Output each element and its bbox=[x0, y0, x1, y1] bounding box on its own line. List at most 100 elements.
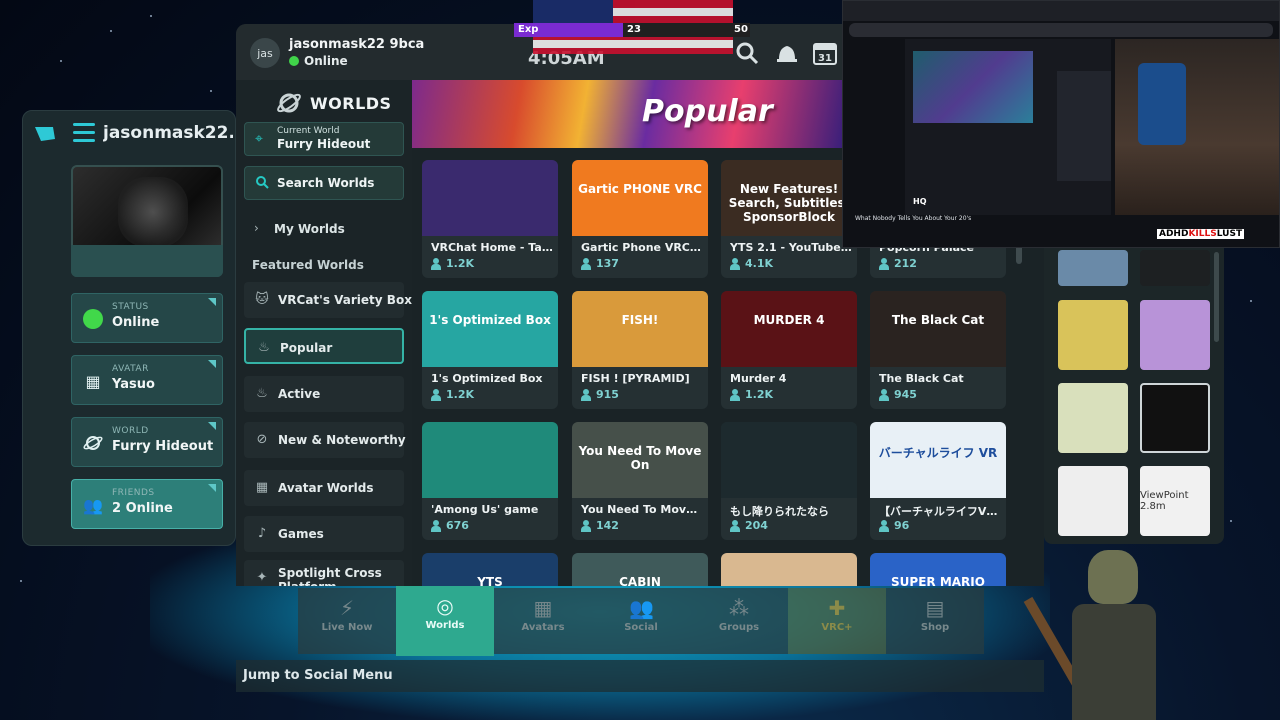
dock-item-label: Social bbox=[624, 622, 658, 633]
world-card[interactable]: もし降りられたなら 204 bbox=[721, 422, 857, 540]
avatar-card[interactable]: ▦ AVATAR Yasuo bbox=[71, 355, 223, 405]
sidenav-item-active[interactable]: ♨ Active bbox=[244, 376, 404, 412]
scrollbar[interactable] bbox=[1214, 252, 1219, 342]
world-name: Gartic Phone VRC Beta bbox=[581, 241, 703, 254]
stream-title: What Nobody Tells You About Your 20's bbox=[855, 215, 972, 222]
dock-item-shop[interactable]: ▤ Shop bbox=[886, 588, 984, 654]
player-count-value: 676 bbox=[446, 519, 469, 532]
header-status-text: Online bbox=[304, 54, 348, 68]
dock-item-groups[interactable]: ⁂ Groups bbox=[690, 588, 788, 654]
friends-card[interactable]: 👥 FRIENDS 2 Online bbox=[71, 479, 223, 529]
dock-item-social[interactable]: 👥 Social bbox=[592, 588, 690, 654]
dock-item-label: VRC+ bbox=[821, 622, 853, 633]
exp-label: Exp bbox=[518, 24, 539, 35]
dock-item-worlds[interactable]: ◎ Worlds bbox=[396, 586, 494, 656]
world-card[interactable]: The Black Cat The Black Cat 945 bbox=[870, 291, 1006, 409]
world-card[interactable]: CABIN bbox=[572, 553, 708, 586]
world-card[interactable]: Gartic PHONE VRC Gartic Phone VRC Beta 137 bbox=[572, 160, 708, 278]
dock-item-live-now[interactable]: ⚡ Live Now bbox=[298, 588, 396, 654]
merch-mid: KILLS bbox=[1188, 229, 1217, 239]
world-card[interactable]: FISH! FISH ! [PYRAMID] 915 bbox=[572, 291, 708, 409]
avatar-tile[interactable] bbox=[1140, 383, 1210, 453]
world-player-count: 96 bbox=[879, 519, 909, 532]
player-icon bbox=[879, 388, 889, 401]
world-card[interactable]: VRChat Home - Tanab... 1.2K bbox=[422, 160, 558, 278]
world-player-count: 676 bbox=[431, 519, 469, 532]
world-card[interactable]: 'Among Us' game 676 bbox=[422, 422, 558, 540]
planet-icon: ⊘ bbox=[256, 432, 268, 447]
social-hint-bar[interactable]: Jump to Social Menu bbox=[236, 660, 1044, 692]
hamburger-menu-icon[interactable] bbox=[73, 123, 95, 143]
planet-icon: ◎ bbox=[436, 594, 454, 618]
avatar-tile[interactable] bbox=[1140, 250, 1210, 286]
world-thumbnail bbox=[422, 422, 558, 498]
calendar-icon[interactable]: 31 bbox=[810, 38, 840, 68]
popular-banner: Popular bbox=[412, 80, 842, 148]
world-card[interactable]: You Need To Move On You Need To Move On 14… bbox=[572, 422, 708, 540]
avatar-tile[interactable] bbox=[1140, 300, 1210, 370]
dock-item-label: Shop bbox=[920, 622, 950, 633]
sidenav-item-new-noteworthy[interactable]: ⊘ New & Noteworthy bbox=[244, 422, 406, 458]
dock-item-avatars[interactable]: ▦ Avatars bbox=[494, 588, 592, 654]
bolt-icon: ⚡ bbox=[339, 596, 355, 620]
avatar-tile[interactable] bbox=[1058, 466, 1128, 536]
world-card[interactable]: SUPER MARIO BROS bbox=[870, 553, 1006, 586]
avatar-card-label: AVATAR bbox=[112, 364, 149, 374]
my-worlds-label: My Worlds bbox=[274, 222, 345, 236]
flame-icon: ♨ bbox=[258, 340, 270, 355]
sidenav-item-vrcats-variety-box[interactable]: 🐱 VRCat's Variety Box bbox=[244, 282, 412, 318]
world-name: VRChat Home - Tanab... bbox=[431, 241, 553, 254]
avatar-tile[interactable] bbox=[1058, 250, 1128, 286]
sidenav-item-avatar-worlds[interactable]: ▦ Avatar Worlds bbox=[244, 470, 404, 506]
world-name: もし降りられたなら bbox=[730, 505, 829, 518]
dock-item-label: Worlds bbox=[425, 620, 465, 631]
notifications-bell-icon[interactable] bbox=[772, 38, 802, 68]
my-worlds-item[interactable]: › My Worlds bbox=[244, 214, 404, 244]
current-world-button[interactable]: ⌖ Current World Furry Hideout bbox=[244, 122, 404, 156]
world-card[interactable]: WORLD Furry Hideout bbox=[71, 417, 223, 467]
player-icon bbox=[730, 388, 740, 401]
expand-corner-icon bbox=[208, 422, 216, 430]
world-player-count: 4.1K bbox=[730, 257, 773, 270]
dock-item-label: Avatars bbox=[521, 622, 565, 633]
address-bar[interactable] bbox=[849, 23, 1273, 37]
avatar-tile[interactable] bbox=[1058, 300, 1128, 370]
world-player-count: 212 bbox=[879, 257, 917, 270]
worlds-heading: WORLDS bbox=[276, 90, 392, 116]
dock-item-vrc-[interactable]: ✚ VRC+ bbox=[788, 588, 886, 654]
world-thumbnail: The Black Cat bbox=[870, 291, 1006, 367]
search-worlds-button[interactable]: Search Worlds bbox=[244, 166, 404, 200]
sidenav-item-spotlight-cross-platform[interactable]: ✦ Spotlight Cross Platform bbox=[244, 560, 404, 586]
world-thumbnail-text: 1's Optimized Box bbox=[429, 313, 551, 327]
world-card[interactable]: バーチャルライフ VR 【バーチャルライフVR... 96 bbox=[870, 422, 1006, 540]
music-icon: ♪ bbox=[257, 526, 267, 541]
world-card[interactable]: MURDER 4 Murder 4 1.2K bbox=[721, 291, 857, 409]
world-thumbnail bbox=[721, 553, 857, 586]
avatar[interactable]: jas bbox=[250, 38, 280, 68]
player-icon bbox=[431, 257, 441, 270]
world-thumbnail bbox=[422, 160, 558, 236]
world-card[interactable] bbox=[721, 553, 857, 586]
header-username: jasonmask22 9bca bbox=[289, 37, 425, 52]
world-card[interactable]: 1's Optimized Box 1's Optimized Box 1.2K bbox=[422, 291, 558, 409]
avatar-card-value: Yasuo bbox=[112, 377, 155, 392]
world-thumbnail: Gartic PHONE VRC bbox=[572, 160, 708, 236]
player-count-value: 142 bbox=[596, 519, 619, 532]
world-thumbnail: You Need To Move On bbox=[572, 422, 708, 498]
world-card-value: Furry Hideout bbox=[112, 439, 214, 454]
viewpoint-tile[interactable]: ViewPoint 2.8m bbox=[1140, 466, 1210, 536]
player-icon bbox=[581, 519, 591, 532]
world-card[interactable]: New Features! Search, Subtitles, Sponsor… bbox=[721, 160, 857, 278]
player-icon bbox=[431, 519, 441, 532]
world-card[interactable]: YTS bbox=[422, 553, 558, 586]
search-icon[interactable] bbox=[732, 38, 762, 68]
bottom-dock: ⚡ Live Now ◎ Worlds ▦ Avatars 👥 Social ⁂ Groups ✚ V… bbox=[298, 586, 984, 660]
avatar-tile[interactable] bbox=[1058, 383, 1128, 453]
status-card[interactable]: STATUS Online bbox=[71, 293, 223, 343]
sidenav-item-popular[interactable]: ♨ Popular bbox=[244, 328, 404, 364]
sidenav-item-games[interactable]: ♪ Games bbox=[244, 516, 404, 552]
world-thumbnail-text: FISH! bbox=[621, 313, 659, 327]
sidenav-item-label: Spotlight Cross Platform bbox=[278, 566, 382, 586]
vrchat-logo-icon bbox=[35, 127, 55, 141]
stream-browser-window: HQ What Nobody Tells You About Your 20's… bbox=[842, 0, 1280, 248]
